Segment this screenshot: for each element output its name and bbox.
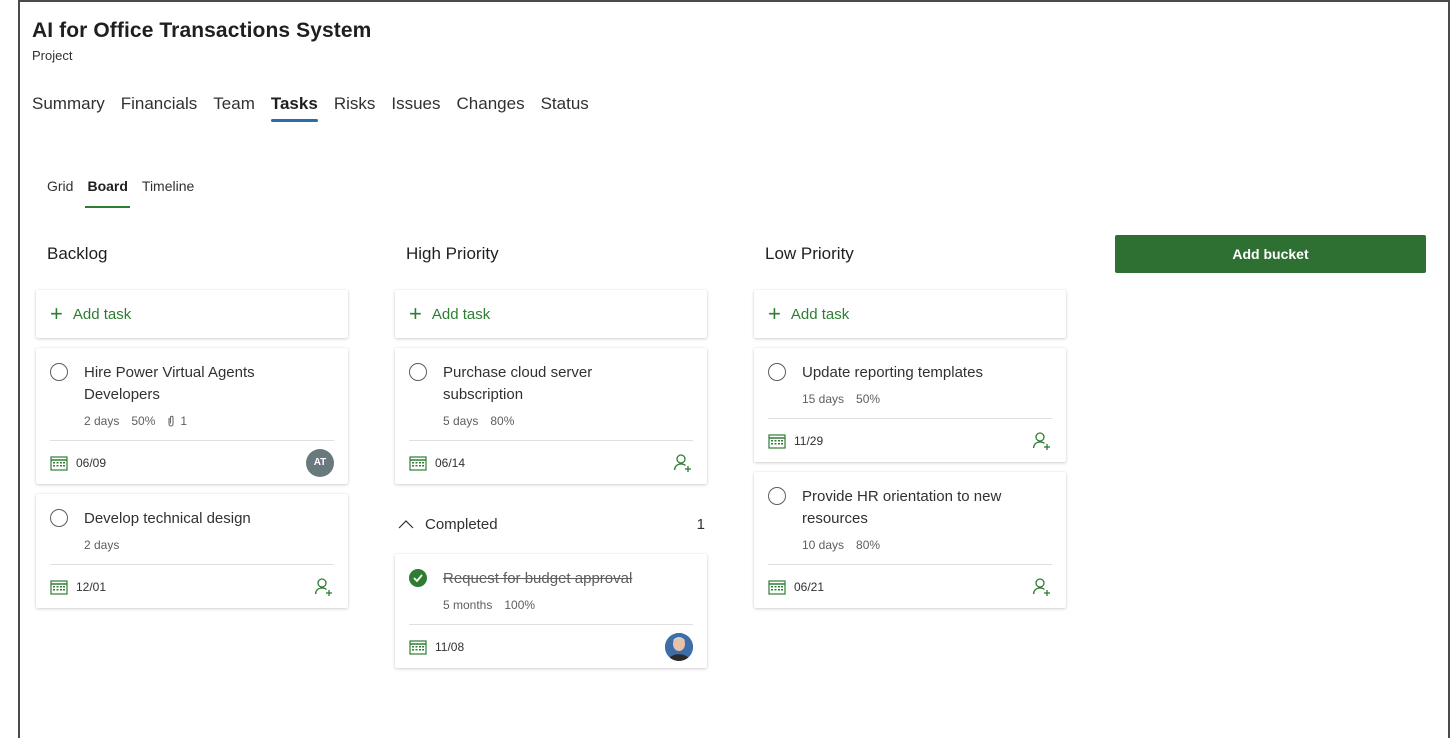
assign-user-icon[interactable] xyxy=(1032,431,1052,451)
task-card[interactable]: Provide HR orientation to new resources … xyxy=(754,472,1066,608)
view-tabs: Grid Board Timeline xyxy=(47,178,208,208)
completed-count: 1 xyxy=(696,515,705,533)
due-date: 06/21 xyxy=(768,579,824,595)
bucket-backlog: Backlog + Add task Hire Power Virtual Ag… xyxy=(36,244,348,608)
calendar-icon xyxy=(768,579,786,595)
task-name: Request for budget approval xyxy=(443,570,633,587)
complete-task-checkbox[interactable] xyxy=(50,363,68,381)
bucket-title: Low Priority xyxy=(765,244,854,263)
completed-check-icon[interactable] xyxy=(409,569,427,587)
due-date: 06/14 xyxy=(409,455,465,471)
completed-section-toggle[interactable]: Completed 1 xyxy=(395,510,707,538)
task-name: Update reporting templates xyxy=(802,364,983,381)
bucket-title: Backlog xyxy=(47,244,108,263)
task-progress: 80% xyxy=(490,414,515,428)
tab-risks[interactable]: Risks xyxy=(334,94,376,122)
plus-icon: + xyxy=(50,301,63,326)
tab-summary[interactable]: Summary xyxy=(32,94,105,122)
task-progress: 50% xyxy=(131,414,156,428)
task-card-completed[interactable]: Request for budget approval 5 months 100… xyxy=(395,554,707,668)
subtab-timeline[interactable]: Timeline xyxy=(142,178,194,208)
subtab-board[interactable]: Board xyxy=(85,178,131,208)
paperclip-icon xyxy=(168,415,174,427)
add-task-label: Add task xyxy=(431,305,491,323)
task-progress: 100% xyxy=(504,598,536,612)
task-name: Purchase cloud server subscription xyxy=(443,364,593,403)
calendar-icon xyxy=(409,639,427,655)
tab-team[interactable]: Team xyxy=(213,94,255,122)
plus-icon: + xyxy=(768,301,781,326)
calendar-icon xyxy=(768,433,786,449)
due-date: 12/01 xyxy=(50,579,106,595)
add-task-button[interactable]: + Add task xyxy=(395,290,707,338)
plus-icon: + xyxy=(409,301,422,326)
task-progress: 50% xyxy=(856,392,881,406)
add-task-label: Add task xyxy=(790,305,850,323)
due-date: 11/08 xyxy=(409,639,464,655)
chevron-up-icon xyxy=(398,520,414,529)
task-card[interactable]: Develop technical design 2 days 12/01 xyxy=(36,494,348,608)
task-card[interactable]: Purchase cloud server subscription 5 day… xyxy=(395,348,707,484)
due-date: 06/09 xyxy=(50,455,106,471)
tab-changes[interactable]: Changes xyxy=(457,94,525,122)
project-window: AI for Office Transactions System Projec… xyxy=(18,0,1450,738)
task-card[interactable]: Hire Power Virtual Agents Developers 2 d… xyxy=(36,348,348,484)
task-duration: 5 days xyxy=(443,414,479,428)
add-bucket-button[interactable]: Add bucket xyxy=(1115,235,1426,273)
task-name: Provide HR orientation to new resources xyxy=(802,488,1002,527)
task-duration: 5 months xyxy=(443,598,493,612)
attachment-count: 1 xyxy=(167,414,187,428)
complete-task-checkbox[interactable] xyxy=(50,509,68,527)
assignee-avatar[interactable]: AT xyxy=(306,448,334,477)
bucket-high-priority: High Priority + Add task Purchase cloud … xyxy=(395,244,707,668)
calendar-icon xyxy=(50,455,68,471)
calendar-icon xyxy=(409,455,427,471)
due-date: 11/29 xyxy=(768,433,823,449)
add-task-button[interactable]: + Add task xyxy=(36,290,348,338)
task-duration: 2 days xyxy=(84,538,120,552)
task-duration: 10 days xyxy=(802,538,845,552)
bucket-low-priority: Low Priority + Add task Update reporting… xyxy=(754,244,1066,608)
task-name: Hire Power Virtual Agents Developers xyxy=(84,364,255,403)
tab-issues[interactable]: Issues xyxy=(391,94,440,122)
add-task-label: Add task xyxy=(72,305,132,323)
tab-status[interactable]: Status xyxy=(541,94,589,122)
subtab-grid[interactable]: Grid xyxy=(47,178,73,208)
task-progress: 80% xyxy=(856,538,881,552)
assignee-photo-avatar[interactable] xyxy=(665,632,693,661)
page-title: AI for Office Transactions System xyxy=(32,19,372,42)
task-card[interactable]: Update reporting templates 15 days 50% 1… xyxy=(754,348,1066,462)
calendar-icon xyxy=(50,579,68,595)
tab-financials[interactable]: Financials xyxy=(121,94,198,122)
assign-user-icon[interactable] xyxy=(314,577,334,597)
task-duration: 15 days xyxy=(802,392,845,406)
tab-tasks[interactable]: Tasks xyxy=(270,94,318,122)
add-task-button[interactable]: + Add task xyxy=(754,290,1066,338)
completed-label: Completed xyxy=(425,515,498,533)
main-tabs: Summary Financials Team Tasks Risks Issu… xyxy=(32,94,605,122)
page-subtitle: Project xyxy=(32,48,73,63)
bucket-title: High Priority xyxy=(406,244,499,263)
assign-user-icon[interactable] xyxy=(1032,577,1052,597)
assign-user-icon[interactable] xyxy=(673,453,693,473)
task-name: Develop technical design xyxy=(84,510,251,527)
complete-task-checkbox[interactable] xyxy=(768,363,786,381)
task-duration: 2 days xyxy=(84,414,120,428)
complete-task-checkbox[interactable] xyxy=(409,363,427,381)
complete-task-checkbox[interactable] xyxy=(768,487,786,505)
